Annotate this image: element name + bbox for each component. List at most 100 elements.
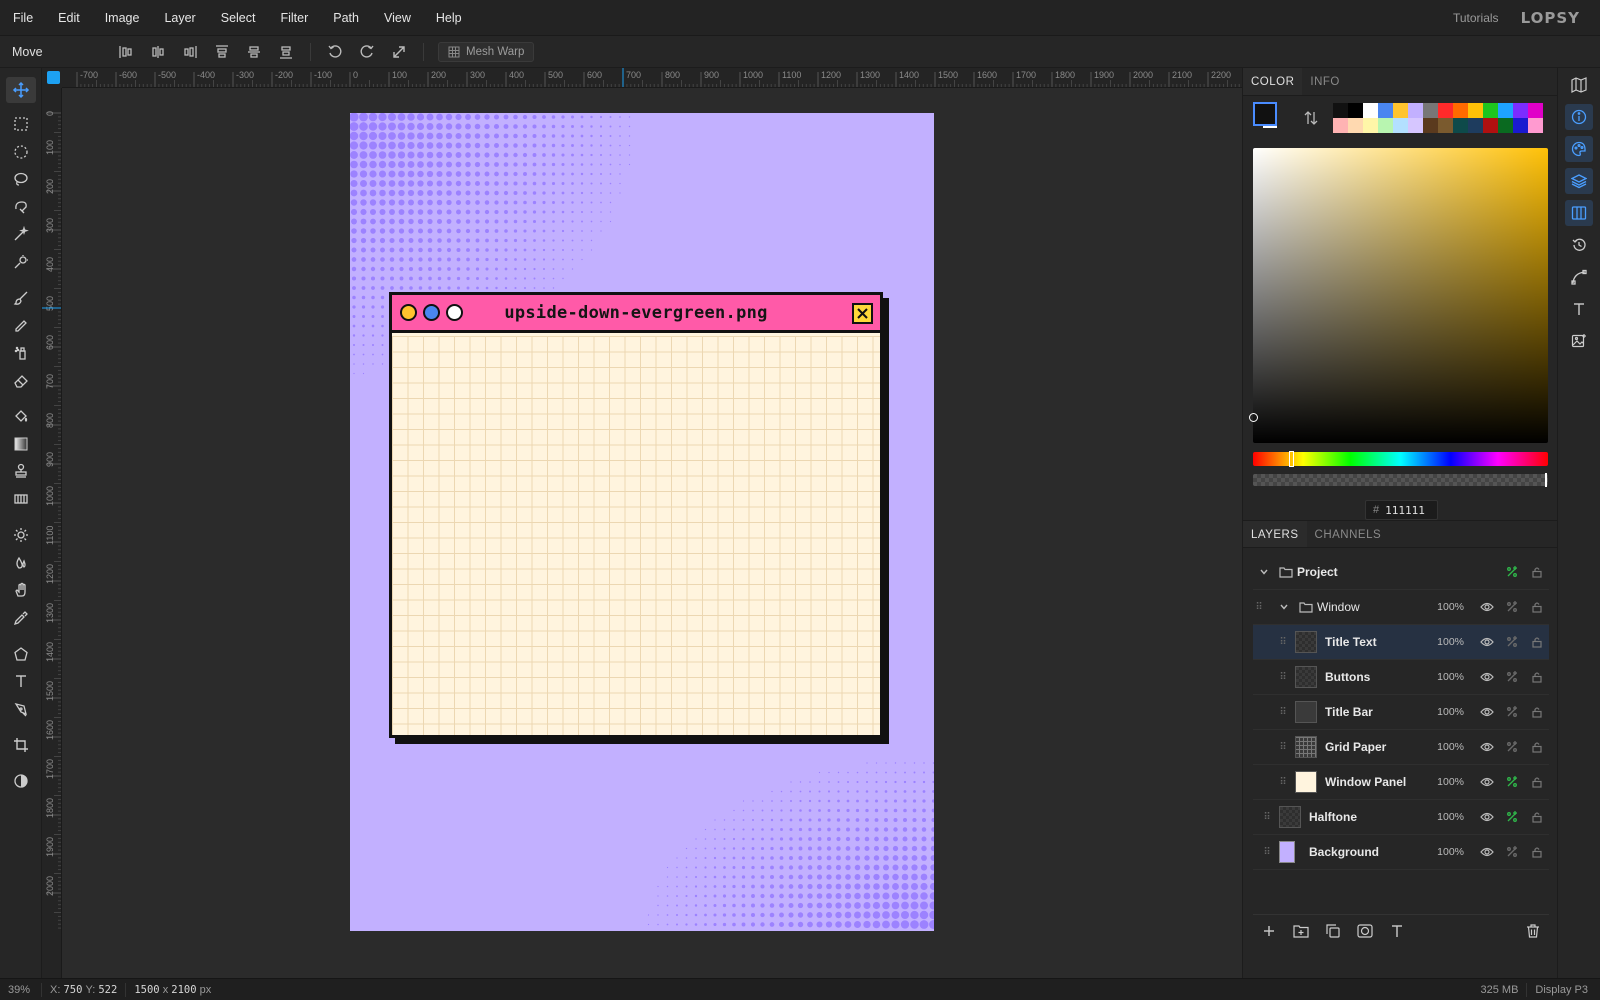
history-icon[interactable] — [1565, 232, 1593, 258]
color-swatch[interactable] — [1498, 118, 1513, 133]
add-layer-icon[interactable] — [1253, 918, 1285, 944]
drag-handle-icon[interactable]: ⠿ — [1277, 637, 1289, 648]
crop-icon[interactable] — [6, 732, 36, 758]
color-swatch[interactable] — [1438, 103, 1453, 118]
layers-icon[interactable] — [1565, 168, 1593, 194]
palette-icon[interactable] — [1565, 136, 1593, 162]
menu-file[interactable]: File — [0, 11, 45, 25]
eye-icon[interactable] — [1474, 742, 1499, 752]
lock-icon[interactable] — [1524, 811, 1549, 823]
lock-icon[interactable] — [1524, 846, 1549, 858]
add-text-icon[interactable] — [1381, 918, 1413, 944]
channels-icon[interactable] — [1565, 200, 1593, 226]
color-swatch[interactable] — [1438, 118, 1453, 133]
align-bottom-icon[interactable] — [270, 39, 302, 65]
stamp-icon[interactable] — [6, 458, 36, 484]
menu-image[interactable]: Image — [92, 11, 152, 25]
pattern-stamp-icon[interactable] — [6, 486, 36, 512]
info-icon[interactable] — [1565, 104, 1593, 130]
eye-icon[interactable] — [1474, 847, 1499, 857]
duplicate-icon[interactable] — [1317, 918, 1349, 944]
color-swatch[interactable] — [1363, 103, 1378, 118]
fx-icon[interactable] — [1499, 705, 1524, 719]
foreground-color-swatch[interactable] — [1253, 102, 1277, 126]
expand-icon[interactable] — [383, 39, 415, 65]
smudge-hand-icon[interactable] — [6, 577, 36, 603]
align-center-h-icon[interactable] — [142, 39, 174, 65]
color-swatch[interactable] — [1348, 103, 1363, 118]
character-icon[interactable] — [1565, 296, 1593, 322]
layer-project[interactable]: Project — [1253, 555, 1549, 590]
color-swatch[interactable] — [1423, 118, 1438, 133]
drag-handle-icon[interactable]: ⠿ — [1277, 672, 1289, 683]
drag-handle-icon[interactable]: ⠿ — [1253, 602, 1265, 613]
color-swatch[interactable] — [1408, 103, 1423, 118]
picker-handle-icon[interactable] — [1249, 413, 1258, 422]
color-swatch[interactable] — [1468, 118, 1483, 133]
eye-icon[interactable] — [1474, 707, 1499, 717]
add-group-icon[interactable] — [1285, 918, 1317, 944]
document-artboard[interactable]: upside-down-evergreen.png — [350, 113, 934, 931]
lock-icon[interactable] — [1524, 636, 1549, 648]
lock-icon[interactable] — [1524, 706, 1549, 718]
tab-layers[interactable]: LAYERS — [1243, 521, 1307, 547]
eye-icon[interactable] — [1474, 602, 1499, 612]
align-left-icon[interactable] — [110, 39, 142, 65]
contrast-icon[interactable] — [6, 768, 36, 794]
fx-icon[interactable] — [1499, 600, 1524, 614]
layer-halftone[interactable]: ⠿ Halftone 100% — [1253, 800, 1549, 835]
layer-title-text[interactable]: ⠿ Title Text 100% — [1253, 625, 1549, 660]
drag-handle-icon[interactable]: ⠿ — [1277, 777, 1289, 788]
eyedropper-icon[interactable] — [6, 605, 36, 631]
fx-icon[interactable] — [1499, 810, 1524, 824]
align-middle-icon[interactable] — [238, 39, 270, 65]
paint-bucket-icon[interactable] — [6, 403, 36, 429]
color-swatch[interactable] — [1363, 118, 1378, 133]
fx-icon[interactable] — [1499, 670, 1524, 684]
hue-slider[interactable] — [1253, 451, 1548, 467]
color-swatch[interactable] — [1453, 118, 1468, 133]
chevron-down-icon[interactable] — [1273, 602, 1295, 612]
drag-handle-icon[interactable]: ⠿ — [1277, 707, 1289, 718]
saturation-value-picker[interactable] — [1249, 148, 1548, 443]
window-graphic[interactable]: upside-down-evergreen.png — [389, 292, 883, 738]
color-swatch[interactable] — [1393, 103, 1408, 118]
mask-icon[interactable] — [1349, 918, 1381, 944]
ruler-origin-swatch[interactable] — [47, 71, 60, 84]
eye-icon[interactable] — [1474, 672, 1499, 682]
eye-icon[interactable] — [1474, 777, 1499, 787]
color-swatch[interactable] — [1423, 103, 1438, 118]
layer-buttons[interactable]: ⠿ Buttons 100% — [1253, 660, 1549, 695]
lock-icon[interactable] — [1524, 671, 1549, 683]
tutorials-link[interactable]: Tutorials — [1453, 11, 1499, 25]
color-swatch[interactable] — [1528, 103, 1543, 118]
rotate-right-icon[interactable] — [351, 39, 383, 65]
rect-select-icon[interactable] — [6, 111, 36, 137]
magnetic-lasso-icon[interactable] — [6, 194, 36, 220]
map-icon[interactable] — [1565, 72, 1593, 98]
layer-background[interactable]: ⠿ Background 100% — [1253, 835, 1549, 870]
blur-drop-icon[interactable] — [6, 550, 36, 576]
color-swatch[interactable] — [1333, 103, 1348, 118]
mesh-warp-button[interactable]: Mesh Warp — [438, 41, 535, 62]
layer-title-bar[interactable]: ⠿ Title Bar 100% — [1253, 695, 1549, 730]
menu-layer[interactable]: Layer — [151, 11, 207, 25]
layer-window-panel[interactable]: ⠿ Window Panel 100% — [1253, 765, 1549, 800]
dodge-icon[interactable] — [6, 522, 36, 548]
align-right-icon[interactable] — [174, 39, 206, 65]
tab-color[interactable]: COLOR — [1243, 68, 1303, 95]
color-swatch[interactable] — [1378, 118, 1393, 133]
tab-channels[interactable]: CHANNELS — [1307, 521, 1390, 547]
brush-icon[interactable] — [6, 285, 36, 311]
color-swatch[interactable] — [1393, 118, 1408, 133]
color-swatch[interactable] — [1333, 118, 1348, 133]
polygon-icon[interactable] — [6, 641, 36, 667]
fx-icon[interactable] — [1499, 845, 1524, 859]
color-swatch[interactable] — [1348, 118, 1363, 133]
lock-icon[interactable] — [1524, 776, 1549, 788]
color-swatch[interactable] — [1498, 103, 1513, 118]
pen-tool-icon[interactable] — [6, 696, 36, 722]
paths-icon[interactable] — [1565, 264, 1593, 290]
hex-input[interactable]: # 111111 — [1365, 500, 1438, 520]
menu-path[interactable]: Path — [320, 11, 371, 25]
